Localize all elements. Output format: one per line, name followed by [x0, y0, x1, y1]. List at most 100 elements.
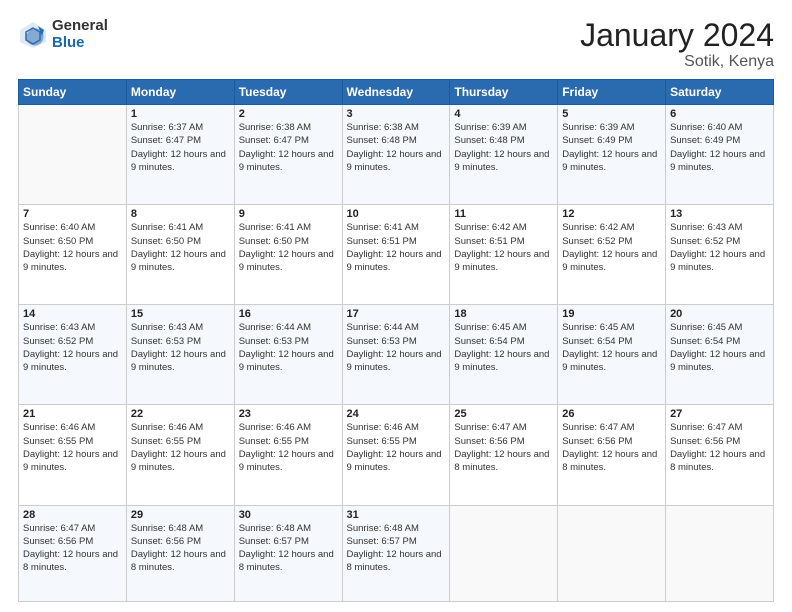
day-number: 29	[131, 509, 230, 521]
day-number: 27	[670, 408, 769, 420]
day-number: 24	[347, 408, 446, 420]
day-info: Sunrise: 6:46 AM Sunset: 6:55 PM Dayligh…	[347, 421, 446, 474]
day-number: 5	[562, 108, 661, 120]
day-number: 3	[347, 108, 446, 120]
day-info: Sunrise: 6:47 AM Sunset: 6:56 PM Dayligh…	[23, 522, 122, 575]
day-number: 21	[23, 408, 122, 420]
header-tuesday: Tuesday	[234, 80, 342, 105]
day-info: Sunrise: 6:46 AM Sunset: 6:55 PM Dayligh…	[131, 421, 230, 474]
day-number: 15	[131, 308, 230, 320]
table-row	[558, 505, 666, 601]
day-number: 10	[347, 208, 446, 220]
table-row: 25Sunrise: 6:47 AM Sunset: 6:56 PM Dayli…	[450, 405, 558, 505]
day-number: 20	[670, 308, 769, 320]
table-row: 3Sunrise: 6:38 AM Sunset: 6:48 PM Daylig…	[342, 105, 450, 205]
day-info: Sunrise: 6:43 AM Sunset: 6:52 PM Dayligh…	[23, 321, 122, 374]
table-row: 29Sunrise: 6:48 AM Sunset: 6:56 PM Dayli…	[126, 505, 234, 601]
day-info: Sunrise: 6:43 AM Sunset: 6:53 PM Dayligh…	[131, 321, 230, 374]
title-block: January 2024 Sotik, Kenya	[580, 18, 774, 71]
table-row: 12Sunrise: 6:42 AM Sunset: 6:52 PM Dayli…	[558, 205, 666, 305]
table-row: 22Sunrise: 6:46 AM Sunset: 6:55 PM Dayli…	[126, 405, 234, 505]
day-info: Sunrise: 6:43 AM Sunset: 6:52 PM Dayligh…	[670, 221, 769, 274]
table-row: 17Sunrise: 6:44 AM Sunset: 6:53 PM Dayli…	[342, 305, 450, 405]
table-row: 8Sunrise: 6:41 AM Sunset: 6:50 PM Daylig…	[126, 205, 234, 305]
day-info: Sunrise: 6:47 AM Sunset: 6:56 PM Dayligh…	[670, 421, 769, 474]
day-info: Sunrise: 6:41 AM Sunset: 6:50 PM Dayligh…	[239, 221, 338, 274]
day-number: 11	[454, 208, 553, 220]
table-row: 11Sunrise: 6:42 AM Sunset: 6:51 PM Dayli…	[450, 205, 558, 305]
day-info: Sunrise: 6:44 AM Sunset: 6:53 PM Dayligh…	[239, 321, 338, 374]
day-info: Sunrise: 6:48 AM Sunset: 6:56 PM Dayligh…	[131, 522, 230, 575]
table-row: 31Sunrise: 6:48 AM Sunset: 6:57 PM Dayli…	[342, 505, 450, 601]
day-number: 25	[454, 408, 553, 420]
day-number: 16	[239, 308, 338, 320]
day-info: Sunrise: 6:47 AM Sunset: 6:56 PM Dayligh…	[562, 421, 661, 474]
location: Sotik, Kenya	[580, 53, 774, 71]
day-info: Sunrise: 6:48 AM Sunset: 6:57 PM Dayligh…	[347, 522, 446, 575]
header-saturday: Saturday	[666, 80, 774, 105]
logo: General Blue	[18, 18, 108, 51]
day-info: Sunrise: 6:44 AM Sunset: 6:53 PM Dayligh…	[347, 321, 446, 374]
table-row: 4Sunrise: 6:39 AM Sunset: 6:48 PM Daylig…	[450, 105, 558, 205]
table-row: 28Sunrise: 6:47 AM Sunset: 6:56 PM Dayli…	[19, 505, 127, 601]
logo-general-text: General	[52, 18, 108, 35]
table-row: 23Sunrise: 6:46 AM Sunset: 6:55 PM Dayli…	[234, 405, 342, 505]
day-info: Sunrise: 6:39 AM Sunset: 6:49 PM Dayligh…	[562, 121, 661, 174]
day-number: 30	[239, 509, 338, 521]
table-row: 2Sunrise: 6:38 AM Sunset: 6:47 PM Daylig…	[234, 105, 342, 205]
table-row	[666, 505, 774, 601]
table-row: 6Sunrise: 6:40 AM Sunset: 6:49 PM Daylig…	[666, 105, 774, 205]
day-info: Sunrise: 6:45 AM Sunset: 6:54 PM Dayligh…	[454, 321, 553, 374]
day-number: 13	[670, 208, 769, 220]
day-info: Sunrise: 6:41 AM Sunset: 6:51 PM Dayligh…	[347, 221, 446, 274]
day-number: 7	[23, 208, 122, 220]
day-number: 17	[347, 308, 446, 320]
day-info: Sunrise: 6:45 AM Sunset: 6:54 PM Dayligh…	[562, 321, 661, 374]
table-row: 26Sunrise: 6:47 AM Sunset: 6:56 PM Dayli…	[558, 405, 666, 505]
day-info: Sunrise: 6:40 AM Sunset: 6:50 PM Dayligh…	[23, 221, 122, 274]
header-thursday: Thursday	[450, 80, 558, 105]
table-row: 21Sunrise: 6:46 AM Sunset: 6:55 PM Dayli…	[19, 405, 127, 505]
table-row: 7Sunrise: 6:40 AM Sunset: 6:50 PM Daylig…	[19, 205, 127, 305]
day-number: 6	[670, 108, 769, 120]
day-info: Sunrise: 6:38 AM Sunset: 6:47 PM Dayligh…	[239, 121, 338, 174]
day-number: 26	[562, 408, 661, 420]
day-info: Sunrise: 6:47 AM Sunset: 6:56 PM Dayligh…	[454, 421, 553, 474]
logo-text: General Blue	[52, 18, 108, 51]
header-wednesday: Wednesday	[342, 80, 450, 105]
day-number: 9	[239, 208, 338, 220]
header: General Blue January 2024 Sotik, Kenya	[18, 18, 774, 71]
table-row: 16Sunrise: 6:44 AM Sunset: 6:53 PM Dayli…	[234, 305, 342, 405]
day-number: 23	[239, 408, 338, 420]
days-header-row: Sunday Monday Tuesday Wednesday Thursday…	[19, 80, 774, 105]
day-number: 22	[131, 408, 230, 420]
day-number: 1	[131, 108, 230, 120]
table-row: 5Sunrise: 6:39 AM Sunset: 6:49 PM Daylig…	[558, 105, 666, 205]
day-number: 31	[347, 509, 446, 521]
day-info: Sunrise: 6:46 AM Sunset: 6:55 PM Dayligh…	[23, 421, 122, 474]
day-info: Sunrise: 6:37 AM Sunset: 6:47 PM Dayligh…	[131, 121, 230, 174]
table-row: 20Sunrise: 6:45 AM Sunset: 6:54 PM Dayli…	[666, 305, 774, 405]
day-info: Sunrise: 6:39 AM Sunset: 6:48 PM Dayligh…	[454, 121, 553, 174]
day-number: 12	[562, 208, 661, 220]
day-number: 19	[562, 308, 661, 320]
day-info: Sunrise: 6:41 AM Sunset: 6:50 PM Dayligh…	[131, 221, 230, 274]
table-row: 1Sunrise: 6:37 AM Sunset: 6:47 PM Daylig…	[126, 105, 234, 205]
day-info: Sunrise: 6:42 AM Sunset: 6:51 PM Dayligh…	[454, 221, 553, 274]
logo-icon	[18, 20, 48, 50]
table-row: 30Sunrise: 6:48 AM Sunset: 6:57 PM Dayli…	[234, 505, 342, 601]
day-number: 8	[131, 208, 230, 220]
header-friday: Friday	[558, 80, 666, 105]
header-sunday: Sunday	[19, 80, 127, 105]
day-info: Sunrise: 6:38 AM Sunset: 6:48 PM Dayligh…	[347, 121, 446, 174]
table-row	[19, 105, 127, 205]
header-monday: Monday	[126, 80, 234, 105]
day-number: 28	[23, 509, 122, 521]
day-info: Sunrise: 6:45 AM Sunset: 6:54 PM Dayligh…	[670, 321, 769, 374]
table-row	[450, 505, 558, 601]
table-row: 9Sunrise: 6:41 AM Sunset: 6:50 PM Daylig…	[234, 205, 342, 305]
day-info: Sunrise: 6:46 AM Sunset: 6:55 PM Dayligh…	[239, 421, 338, 474]
table-row: 19Sunrise: 6:45 AM Sunset: 6:54 PM Dayli…	[558, 305, 666, 405]
day-info: Sunrise: 6:40 AM Sunset: 6:49 PM Dayligh…	[670, 121, 769, 174]
table-row: 24Sunrise: 6:46 AM Sunset: 6:55 PM Dayli…	[342, 405, 450, 505]
